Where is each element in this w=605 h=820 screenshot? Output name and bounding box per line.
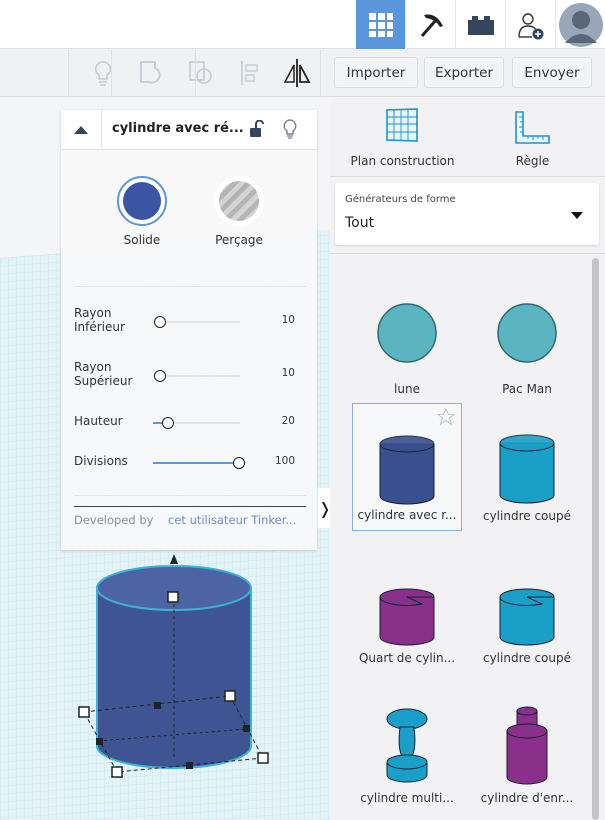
caret-up-icon	[74, 126, 88, 134]
shape-name: cylindre d'enr...	[480, 791, 574, 805]
export-button[interactable]: Exporter	[424, 57, 504, 88]
shape-thumbnail	[499, 434, 555, 504]
tinker-button[interactable]	[405, 0, 455, 49]
shape-card[interactable]: Quart de cylin...	[352, 545, 462, 673]
selected-cylinder[interactable]	[78, 554, 269, 778]
hole-button[interactable]	[214, 176, 264, 226]
slider-knob[interactable]	[154, 370, 166, 382]
favorite-star-icon[interactable]	[437, 408, 455, 426]
shape-name: cylindre multi...	[360, 791, 454, 805]
shape-title: cylindre avec ré...	[112, 121, 244, 136]
add-user-icon	[517, 12, 543, 39]
shape-thumbnail	[506, 706, 548, 785]
workplane-button[interactable]: Plan construction	[340, 108, 465, 172]
shape-thumbnail	[386, 708, 428, 783]
shape-name: Quart de cylin...	[358, 651, 456, 665]
shape-thumbnail	[379, 435, 435, 505]
unlock-icon[interactable]	[250, 120, 264, 138]
hauteur-value[interactable]: 20	[282, 415, 295, 427]
developed-by-label: Developed by	[74, 513, 154, 527]
slider-knob[interactable]	[233, 457, 245, 469]
shape-card[interactable]: cylindre avec r...	[352, 403, 462, 531]
slider-knob[interactable]	[162, 417, 174, 429]
mirror-button[interactable]	[280, 58, 314, 88]
avatar[interactable]	[555, 0, 605, 49]
ruler-icon	[515, 111, 550, 144]
shape-thumbnail	[377, 303, 437, 363]
mirror-icon	[283, 59, 311, 87]
hole-label: Perçage	[215, 233, 263, 247]
bricks-icon	[467, 15, 494, 35]
bricks-button[interactable]	[455, 0, 505, 49]
shape-generator-dropdown[interactable]: Générateurs de forme Tout	[335, 183, 599, 245]
top-bar	[0, 0, 605, 49]
ruler-button[interactable]: Règle	[480, 108, 585, 172]
send-button[interactable]: Envoyer	[512, 57, 592, 88]
shape-name: lune	[394, 382, 420, 396]
shape-card[interactable]: cylindre coupé	[472, 545, 582, 673]
group-icon	[140, 61, 161, 84]
rayon-inferieur-value[interactable]: 10	[282, 314, 295, 326]
rayon-inferieur-slider[interactable]	[153, 321, 240, 323]
lightbulb-icon	[94, 61, 112, 86]
align-button[interactable]	[233, 58, 267, 88]
show-all-button[interactable]	[86, 58, 120, 88]
group-button[interactable]	[135, 58, 169, 88]
import-button[interactable]: Importer	[334, 57, 418, 88]
lightbulb-icon[interactable]	[283, 119, 297, 139]
shape-name: cylindre coupé	[482, 651, 571, 665]
solid-label: Solide	[123, 233, 161, 247]
shape-card[interactable]: Pac Man	[472, 276, 582, 404]
align-icon	[241, 61, 258, 85]
ungroup-button[interactable]	[184, 58, 218, 88]
dropdown-label: Générateurs de forme	[345, 194, 456, 205]
right-panel: Plan construction Règle Générateurs de f…	[330, 98, 605, 820]
shape-card[interactable]: cylindre multi...	[352, 685, 462, 813]
rayon-superieur-slider[interactable]	[153, 375, 240, 377]
grid-view-button[interactable]	[356, 0, 406, 49]
shape-card[interactable]: cylindre coupé	[472, 403, 582, 531]
collapse-button[interactable]	[61, 110, 102, 150]
shape-thumbnail	[499, 588, 555, 646]
toolbar: Importer Exporter Envoyer	[0, 50, 605, 97]
author-link[interactable]: cet utilisateur Tinker...	[168, 513, 296, 527]
shape-thumbnail	[379, 588, 435, 646]
shape-thumbnail	[497, 303, 557, 363]
workplane-icon	[386, 108, 418, 142]
add-user-button[interactable]	[505, 0, 555, 49]
pickaxe-icon	[420, 13, 443, 37]
shape-card[interactable]: lune	[352, 276, 462, 404]
scrollbar[interactable]	[592, 258, 599, 820]
solid-button[interactable]	[117, 176, 167, 226]
caret-down-icon	[571, 212, 583, 219]
dropdown-value: Tout	[345, 215, 375, 231]
shape-name: cylindre avec r...	[357, 508, 457, 522]
ruler-label: Règle	[515, 154, 550, 168]
slider-knob[interactable]	[154, 316, 166, 328]
ungroup-icon	[189, 61, 212, 84]
shape-inspector: cylindre avec ré... Solide Perçage Rayon…	[61, 110, 317, 550]
workplane-label: Plan construction	[350, 154, 455, 168]
shape-name: cylindre coupé	[482, 509, 571, 523]
rayon-superieur-value[interactable]: 10	[282, 367, 295, 379]
shape-card[interactable]: cylindre d'enr...	[472, 685, 582, 813]
grid-view-icon	[369, 12, 393, 37]
divisions-value[interactable]: 100	[275, 455, 295, 467]
shape-name: Pac Man	[502, 382, 552, 396]
